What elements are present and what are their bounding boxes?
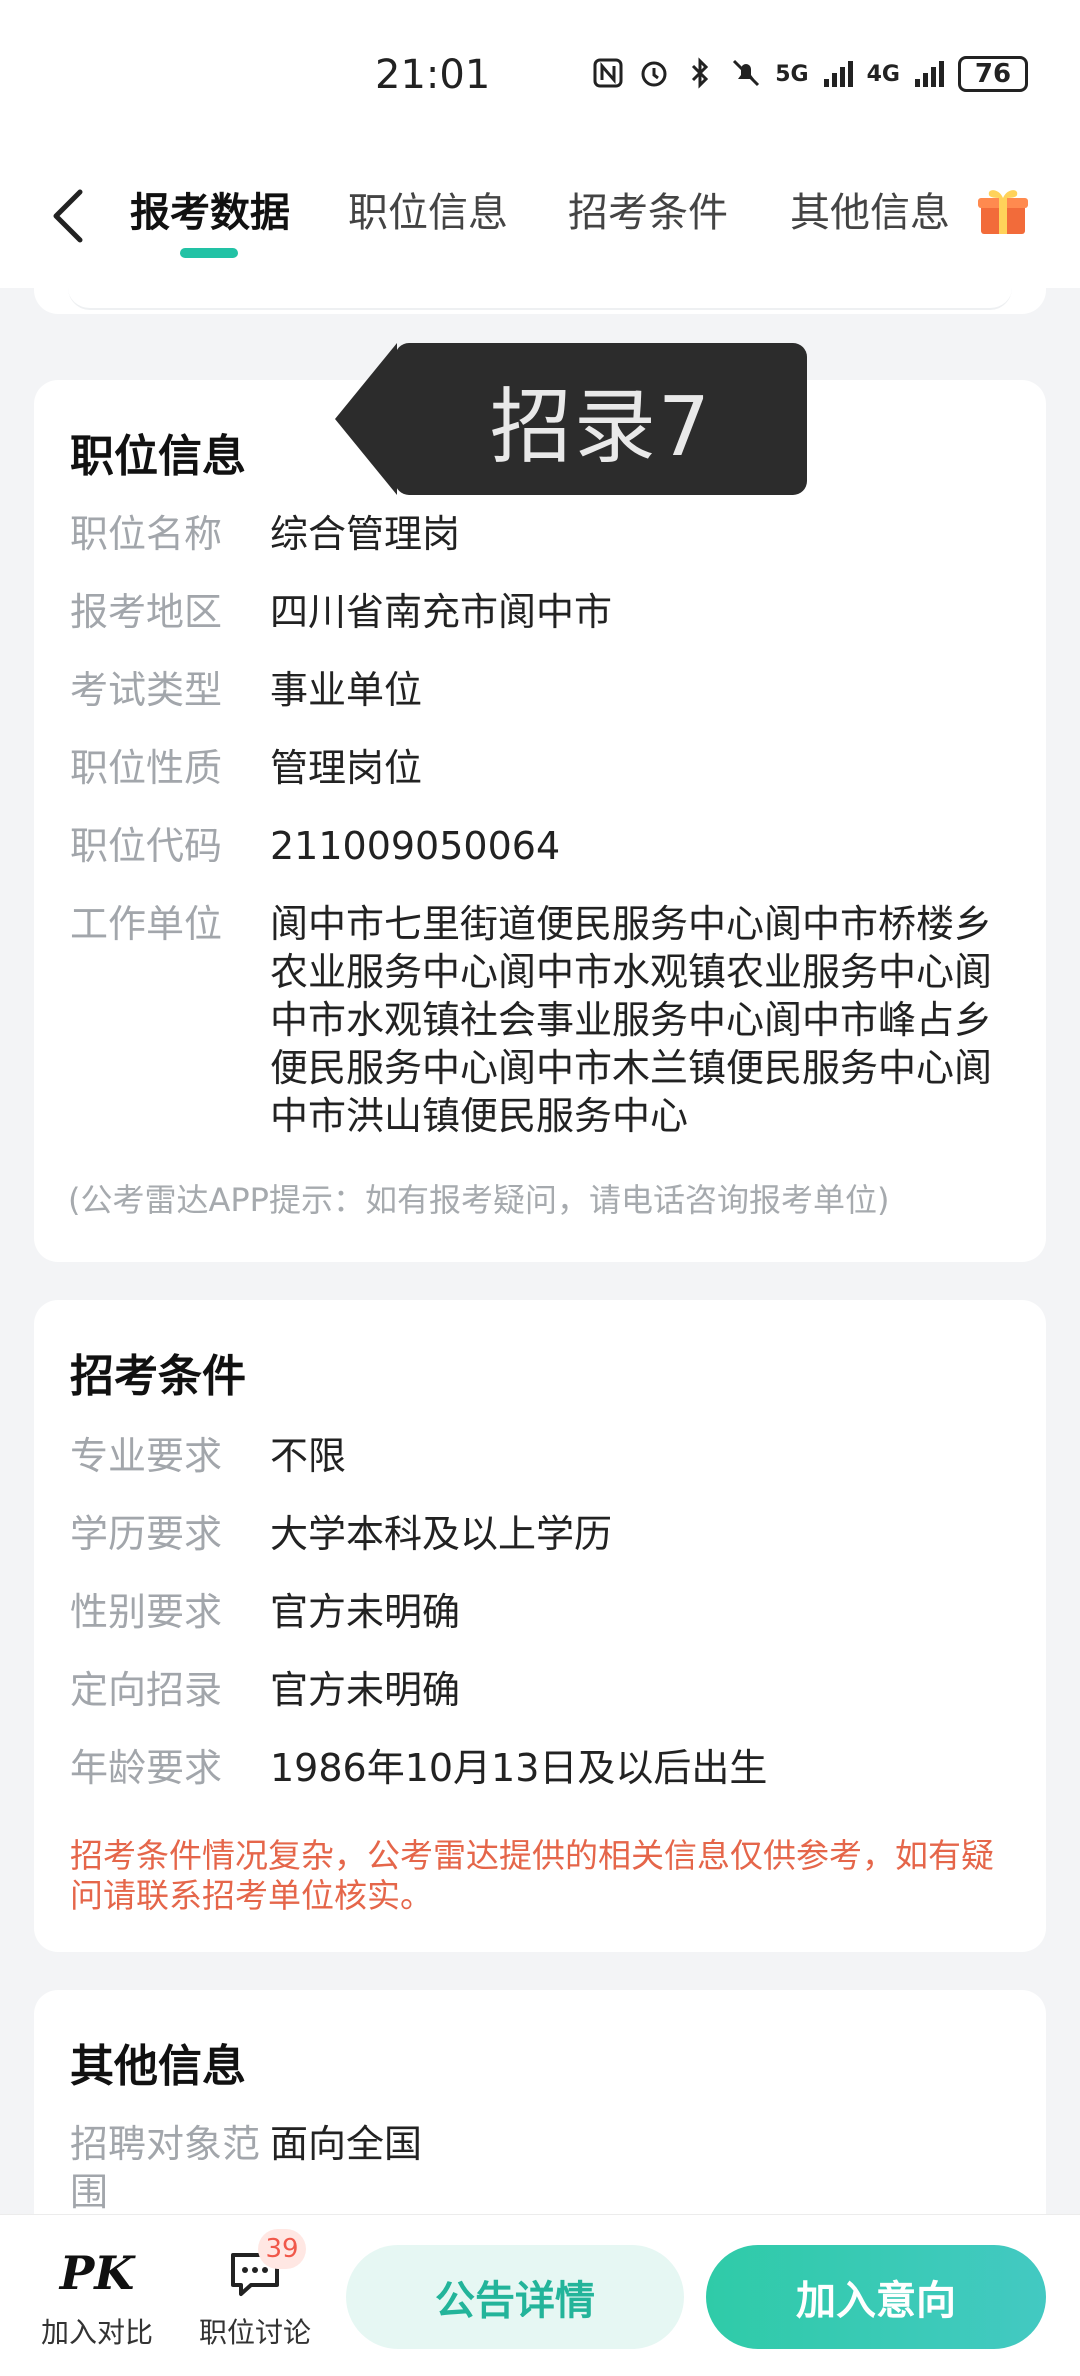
- signal-icon: [821, 57, 855, 91]
- active-tab-indicator: [180, 248, 238, 258]
- warning-text: 招考条件情况复杂，公考雷达提供的相关信息仅供参考，如有疑问请联系招考单位核实。: [70, 1836, 994, 1915]
- row-label: 报考地区: [70, 590, 223, 634]
- pk-icon: PK: [59, 2246, 135, 2300]
- network-5g: 5G: [775, 61, 809, 87]
- row-label: 职位性质: [70, 746, 223, 790]
- info-row: 年龄要求 1986年10月13日及以后出生: [70, 1744, 1010, 1792]
- row-value: 综合管理岗: [270, 512, 461, 556]
- status-bar: 21:01 5G 4G 76: [0, 0, 1080, 150]
- row-value: 管理岗位: [270, 746, 423, 790]
- row-value: 事业单位: [270, 668, 423, 712]
- bottom-action-bar: PK 加入对比 职位讨论 39 公告详情 加入意向: [0, 2214, 1080, 2376]
- row-label: 专业要求: [70, 1434, 223, 1478]
- tab-position-info[interactable]: 职位信息: [348, 180, 508, 238]
- info-row: 职位代码 211009050064: [70, 822, 1010, 870]
- info-row: 职位性质 管理岗位: [70, 744, 1010, 792]
- section-title: 职位信息: [70, 431, 246, 482]
- row-label: 定向招录: [70, 1668, 223, 1712]
- row-value: 大学本科及以上学历: [270, 1512, 613, 1556]
- info-row: 性别要求 官方未明确: [70, 1588, 1010, 1636]
- row-value: 不限: [270, 1434, 347, 1478]
- overlay-tooltip: 招录7: [395, 343, 807, 495]
- row-value: 官方未明确: [270, 1590, 461, 1634]
- compare-button[interactable]: PK 加入对比: [32, 2245, 162, 2351]
- info-row: 招聘对象范围 面向全国: [70, 2120, 1010, 2216]
- add-to-intention-button[interactable]: 加入意向: [706, 2245, 1046, 2349]
- gift-icon[interactable]: [975, 182, 1031, 238]
- alarm-icon: [637, 57, 671, 91]
- info-row: 专业要求 不限: [70, 1432, 1010, 1480]
- section-title: 其他信息: [70, 2041, 246, 2092]
- row-value: 211009050064: [270, 824, 561, 868]
- tip-text: (公考雷达APP提示：如有报考疑问，请电话咨询报考单位): [68, 1181, 890, 1219]
- conditions-card: 招考条件 专业要求 不限 学历要求 大学本科及以上学历 性别要求 官方未明确 定…: [34, 1300, 1046, 1952]
- nfc-icon: [591, 57, 625, 91]
- chevron-left-icon: [53, 189, 83, 243]
- info-row: 职位名称 综合管理岗: [70, 510, 1010, 558]
- previous-card-edge: [34, 288, 1046, 314]
- status-icons: 5G 4G 76: [591, 56, 1028, 92]
- battery-indicator: 76: [958, 56, 1028, 92]
- back-button[interactable]: [44, 180, 100, 250]
- mute-icon: [729, 57, 763, 91]
- announcement-details-button[interactable]: 公告详情: [346, 2245, 684, 2349]
- info-row: 报考地区 四川省南充市阆中市: [70, 588, 1010, 636]
- row-label: 性别要求: [70, 1590, 223, 1634]
- status-time: 21:01: [375, 52, 491, 98]
- discussion-count-badge: 39: [258, 2229, 306, 2269]
- info-row: 考试类型 事业单位: [70, 666, 1010, 714]
- row-label: 年龄要求: [70, 1746, 223, 1790]
- network-4g: 4G: [866, 61, 900, 87]
- row-label: 工作单位: [70, 902, 223, 946]
- tab-conditions[interactable]: 招考条件: [568, 180, 728, 238]
- row-label: 考试类型: [70, 668, 223, 712]
- compare-label: 加入对比: [40, 2316, 153, 2349]
- section-title: 招考条件: [70, 1351, 246, 1402]
- info-row: 定向招录 官方未明确: [70, 1666, 1010, 1714]
- signal-icon: [912, 57, 946, 91]
- row-value: 四川省南充市阆中市: [270, 590, 613, 634]
- row-label: 招聘对象范围: [70, 2122, 261, 2214]
- row-label: 学历要求: [70, 1512, 223, 1556]
- overlay-text: 招录7: [489, 379, 713, 475]
- position-info-card: 职位信息 职位名称 综合管理岗 报考地区 四川省南充市阆中市 考试类型 事业单位…: [34, 380, 1046, 1262]
- top-nav: 报考数据 职位信息 招考条件 其他信息: [0, 150, 1080, 288]
- previous-card-inner-edge: [68, 288, 1012, 310]
- overlay-arrow: [335, 343, 397, 495]
- row-value: 1986年10月13日及以后出生: [270, 1746, 768, 1790]
- info-row: 学历要求 大学本科及以上学历: [70, 1510, 1010, 1558]
- info-row: 工作单位 阆中市七里街道便民服务中心阆中市桥楼乡农业服务中心阆中市水观镇农业服务…: [70, 900, 1010, 1140]
- row-label: 职位名称: [70, 512, 223, 556]
- row-value: 面向全国: [270, 2122, 423, 2166]
- bluetooth-icon: [683, 57, 717, 91]
- row-label: 职位代码: [70, 824, 223, 868]
- row-value: 官方未明确: [270, 1668, 461, 1712]
- tab-application-data[interactable]: 报考数据: [130, 180, 290, 238]
- discussion-label: 职位讨论: [198, 2316, 311, 2349]
- other-info-card: 其他信息 招聘对象范围 面向全国: [34, 1990, 1046, 2250]
- row-value: 阆中市七里街道便民服务中心阆中市桥楼乡农业服务中心阆中市水观镇农业服务中心阆中市…: [270, 902, 993, 1138]
- tab-other-info[interactable]: 其他信息: [790, 180, 950, 238]
